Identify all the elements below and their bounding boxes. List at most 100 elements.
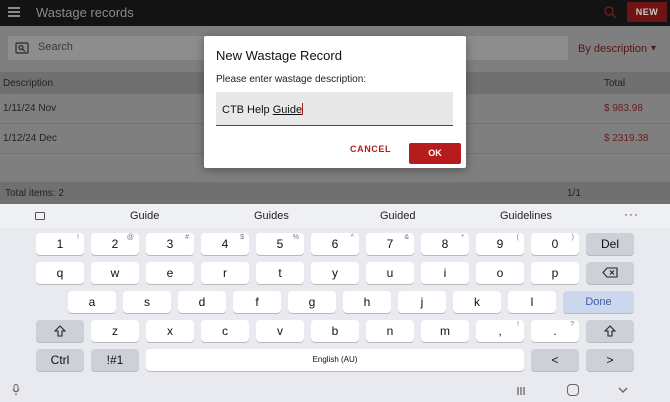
row-total: $ 2319.38 xyxy=(604,133,649,144)
key[interactable]: k xyxy=(453,291,501,313)
suggestion-item[interactable]: Guides xyxy=(254,210,289,222)
key[interactable]: 4 $ xyxy=(201,233,249,255)
total-items-label: Total items: 2 xyxy=(5,188,64,199)
chevron-down-icon[interactable] xyxy=(617,384,629,396)
key[interactable]: 9( xyxy=(476,233,524,255)
key[interactable]: 2 @ xyxy=(91,233,139,255)
delete-key[interactable]: Del xyxy=(586,233,634,255)
ctrl-key[interactable]: Ctrl xyxy=(36,349,84,371)
ok-button[interactable]: OK xyxy=(409,143,461,164)
key[interactable]: 0) xyxy=(531,233,579,255)
key[interactable]: 6 ^ xyxy=(311,233,359,255)
arrow-right-key[interactable]: > xyxy=(586,349,634,371)
key[interactable]: w xyxy=(91,262,139,284)
key-label: 4 xyxy=(221,237,229,251)
chevron-left-icon[interactable]: ‹ xyxy=(602,186,606,198)
key-hint: & xyxy=(404,234,409,241)
home-icon[interactable] xyxy=(567,384,579,396)
key[interactable]: m xyxy=(421,320,469,342)
row-description: 1/11/24 Nov xyxy=(3,103,57,114)
key[interactable]: q xyxy=(36,262,84,284)
search-placeholder: Search xyxy=(38,41,73,53)
page-title: Wastage records xyxy=(36,5,134,20)
shift-icon xyxy=(603,325,617,337)
arrow-left-key[interactable]: < xyxy=(531,349,579,371)
backspace-key[interactable] xyxy=(586,262,634,284)
comma-key[interactable]: ,! xyxy=(476,320,524,342)
key[interactable]: b xyxy=(311,320,359,342)
text-caret xyxy=(302,103,304,115)
key[interactable]: a xyxy=(68,291,116,313)
input-value: CTB Help Guide xyxy=(222,103,304,116)
key[interactable]: d xyxy=(178,291,226,313)
column-header-total: Total xyxy=(604,78,626,89)
key[interactable]: f xyxy=(233,291,281,313)
page-indicator: 1/1 xyxy=(567,188,581,199)
suggestion-bar: Guide Guides Guided Guidelines ··· xyxy=(0,204,670,228)
period-key[interactable]: .? xyxy=(531,320,579,342)
key[interactable]: 8 * xyxy=(421,233,469,255)
suggestion-item[interactable]: Guide xyxy=(130,210,159,222)
key-hint: ( xyxy=(516,234,519,241)
sort-select[interactable]: By description xyxy=(578,43,647,55)
key-hint: * xyxy=(461,234,464,241)
shift-key-left[interactable] xyxy=(36,320,84,342)
key[interactable]: r xyxy=(201,262,249,284)
key-label: 7 xyxy=(386,237,394,251)
row-total: $ 983.98 xyxy=(604,103,643,114)
chevron-down-icon[interactable]: ▾ xyxy=(651,43,656,54)
row-description: 1/12/24 Dec xyxy=(3,133,57,144)
new-wastage-dialog: New Wastage Record Please enter wastage … xyxy=(204,36,466,168)
done-key[interactable]: Done xyxy=(563,291,634,313)
space-key[interactable]: English (AU) xyxy=(146,349,524,371)
keyboard-icon[interactable] xyxy=(35,212,45,220)
key[interactable]: x xyxy=(146,320,194,342)
key[interactable]: 1! xyxy=(36,233,84,255)
symbols-key[interactable]: !#1 xyxy=(91,349,139,371)
key[interactable]: 7 & xyxy=(366,233,414,255)
cancel-button[interactable]: CANCEL xyxy=(350,144,391,154)
search-icon[interactable] xyxy=(603,5,617,19)
key[interactable]: t xyxy=(256,262,304,284)
key[interactable]: j xyxy=(398,291,446,313)
key-hint: ) xyxy=(571,234,574,241)
new-button[interactable]: NEW xyxy=(627,2,667,22)
chevron-right-icon[interactable]: › xyxy=(636,186,640,198)
top-app-bar: Wastage records NEW xyxy=(0,0,670,26)
key[interactable]: v xyxy=(256,320,304,342)
key[interactable]: u xyxy=(366,262,414,284)
more-icon[interactable]: ··· xyxy=(624,207,639,221)
shift-icon xyxy=(53,325,67,337)
key[interactable]: y xyxy=(311,262,359,284)
key[interactable]: z xyxy=(91,320,139,342)
key[interactable]: o xyxy=(476,262,524,284)
key[interactable]: c xyxy=(201,320,249,342)
search-field-icon xyxy=(15,42,29,54)
key[interactable]: l xyxy=(508,291,556,313)
suggestion-item[interactable]: Guided xyxy=(380,210,415,222)
column-header-description: Description xyxy=(3,78,54,89)
key[interactable]: g xyxy=(288,291,336,313)
microphone-icon[interactable] xyxy=(12,384,20,396)
key-label: 3 xyxy=(166,237,174,251)
key[interactable]: p xyxy=(531,262,579,284)
backspace-icon xyxy=(602,267,618,278)
key[interactable]: i xyxy=(421,262,469,284)
key[interactable]: 5% xyxy=(256,233,304,255)
key-hint: @ xyxy=(126,234,134,241)
system-nav-bar xyxy=(0,380,670,402)
hamburger-menu-icon[interactable] xyxy=(8,7,20,17)
input-composing-text: Guide xyxy=(272,104,303,116)
recents-icon[interactable] xyxy=(515,385,527,397)
suggestion-item[interactable]: Guidelines xyxy=(500,210,552,222)
key-hint: $ xyxy=(240,234,244,241)
key-label: 8 xyxy=(441,237,449,251)
key[interactable]: h xyxy=(343,291,391,313)
wastage-description-input[interactable]: CTB Help Guide xyxy=(216,92,453,126)
key[interactable]: 3 # xyxy=(146,233,194,255)
key[interactable]: e xyxy=(146,262,194,284)
key[interactable]: s xyxy=(123,291,171,313)
key-hint: ^ xyxy=(350,234,354,241)
key[interactable]: n xyxy=(366,320,414,342)
shift-key-right[interactable] xyxy=(586,320,634,342)
